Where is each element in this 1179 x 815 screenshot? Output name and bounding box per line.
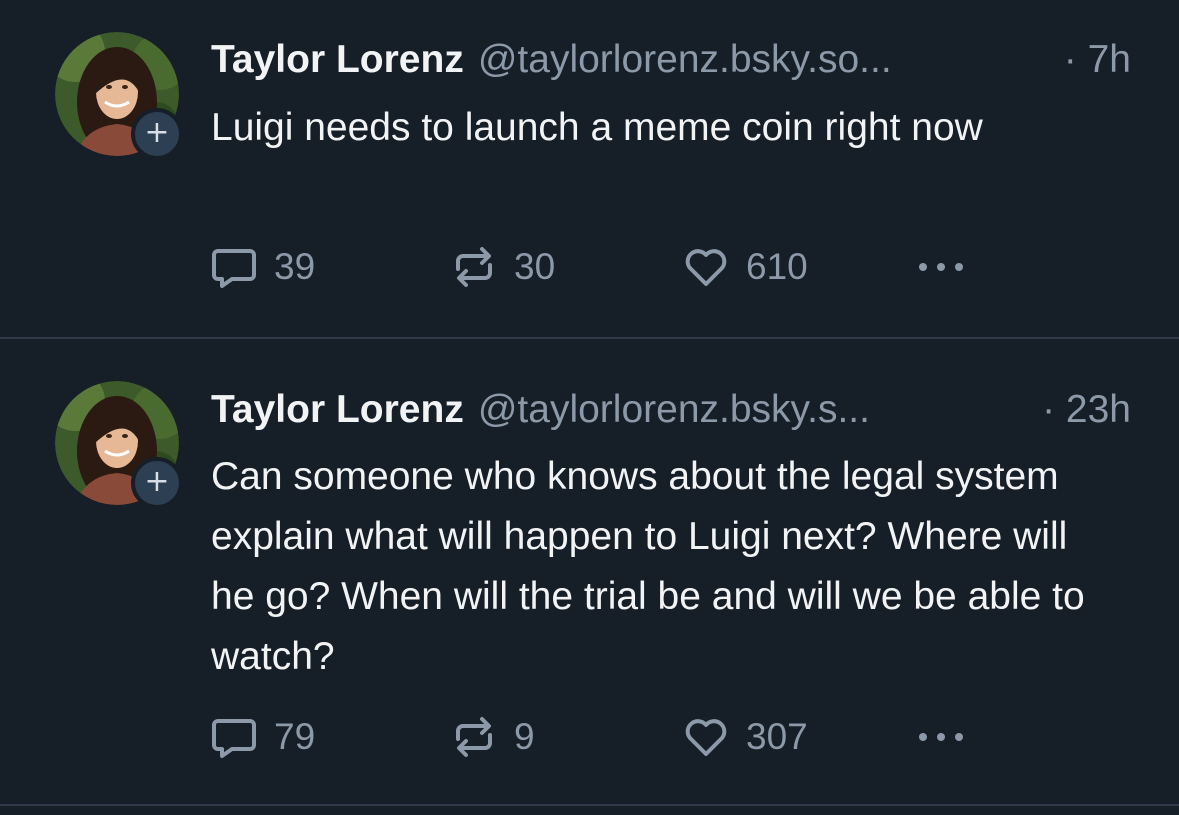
post-timestamp[interactable]: · 23h — [1042, 388, 1131, 432]
repost-button[interactable]: 30 — [450, 243, 555, 291]
post-timestamp[interactable]: · 7h — [1064, 38, 1131, 82]
reply-button[interactable]: 39 — [210, 243, 315, 291]
author-name[interactable]: Taylor Lorenz — [211, 38, 464, 82]
plus-icon[interactable]: + — [131, 457, 183, 509]
post[interactable]: + Taylor Lorenz @taylorlorenz.bsky.s... … — [0, 339, 1179, 805]
reply-button[interactable]: 79 — [210, 713, 315, 761]
author-name[interactable]: Taylor Lorenz — [211, 388, 464, 432]
like-count: 610 — [746, 246, 808, 287]
post-text: Luigi needs to launch a meme coin right … — [211, 106, 983, 149]
repost-icon — [456, 247, 492, 287]
post-actions: 79 9 307 — [210, 713, 1010, 761]
plus-icon[interactable]: + — [131, 108, 183, 160]
heart-icon — [685, 719, 727, 756]
reply-count: 39 — [274, 246, 316, 287]
author-handle[interactable]: @taylorlorenz.bsky.s... — [478, 388, 870, 432]
repost-count: 9 — [514, 716, 535, 757]
reply-count: 79 — [274, 716, 316, 757]
post-feed: + Taylor Lorenz @taylorlorenz.bsky.so...… — [0, 0, 1179, 815]
avatar-container[interactable]: + — [55, 32, 183, 160]
like-button[interactable]: 307 — [682, 713, 808, 761]
more-icon — [919, 263, 963, 271]
post-header: Taylor Lorenz @taylorlorenz.bsky.s... · … — [211, 388, 1131, 438]
repost-button[interactable]: 9 — [450, 713, 535, 761]
post-text: Can someone who knows about the legal sy… — [211, 455, 1085, 678]
post-actions: 39 30 610 — [210, 243, 1010, 291]
post-header: Taylor Lorenz @taylorlorenz.bsky.so... ·… — [211, 38, 1131, 88]
more-options-button[interactable] — [915, 243, 967, 291]
reply-icon — [212, 249, 256, 288]
repost-count: 30 — [514, 246, 556, 287]
more-options-button[interactable] — [915, 713, 967, 761]
like-button[interactable]: 610 — [682, 243, 808, 291]
avatar-container[interactable]: + — [55, 381, 183, 509]
post[interactable]: + Taylor Lorenz @taylorlorenz.bsky.so...… — [0, 0, 1179, 337]
heart-icon — [685, 249, 727, 286]
repost-icon — [456, 717, 492, 757]
reply-icon — [212, 719, 256, 758]
author-handle[interactable]: @taylorlorenz.bsky.so... — [478, 38, 892, 82]
like-count: 307 — [746, 716, 808, 757]
more-icon — [919, 733, 963, 741]
post-divider — [0, 804, 1179, 806]
